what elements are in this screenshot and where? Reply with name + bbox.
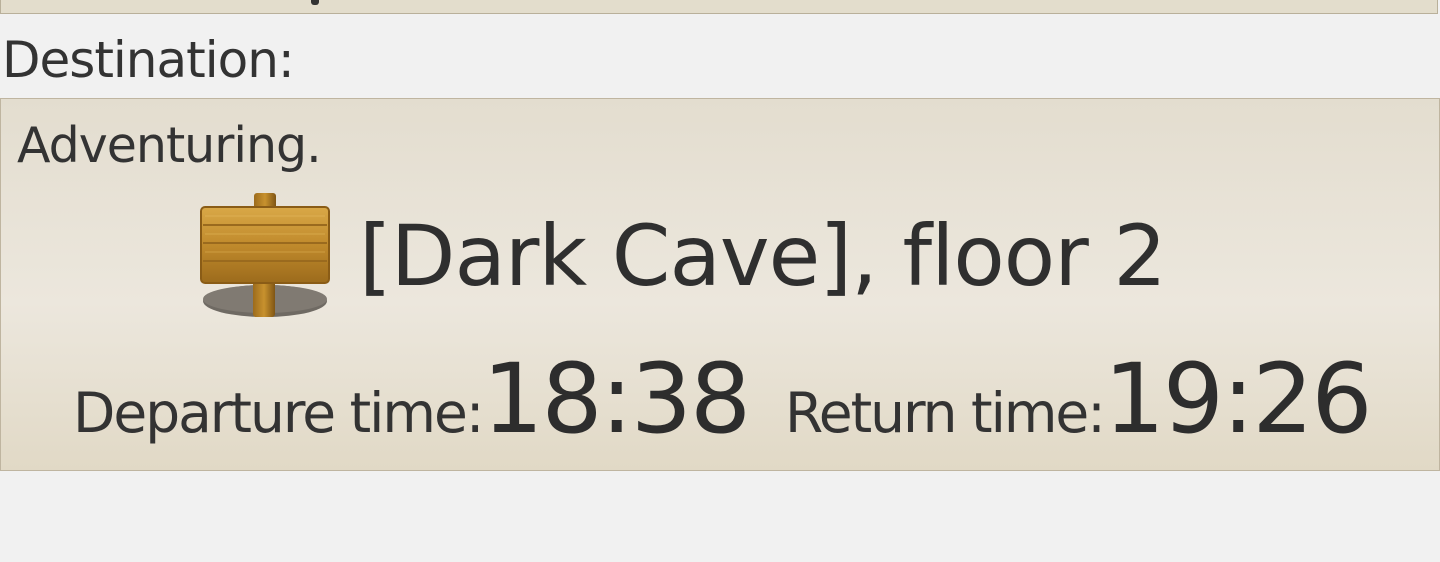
return-time-value: 19:26 [1103,343,1373,455]
signpost-icon [200,193,330,317]
time-row: Departure time: 18:38 Return time: 19:26 [73,343,1373,455]
status-text: Adventuring. [17,117,322,174]
location-row: [Dark Cave], floor 2 [199,191,1167,321]
cutoff-text-fragment [311,0,319,5]
previous-panel-edge [0,0,1438,14]
destination-label: Destination: [2,31,295,89]
departure-time-label: Departure time: [73,381,484,445]
location-name: [Dark Cave], floor 2 [359,207,1167,305]
return-time-label: Return time: [785,381,1106,445]
destination-panel: Adventuring. [Dark Cave], floor 2 Depart… [0,98,1440,471]
departure-time-value: 18:38 [482,343,751,455]
